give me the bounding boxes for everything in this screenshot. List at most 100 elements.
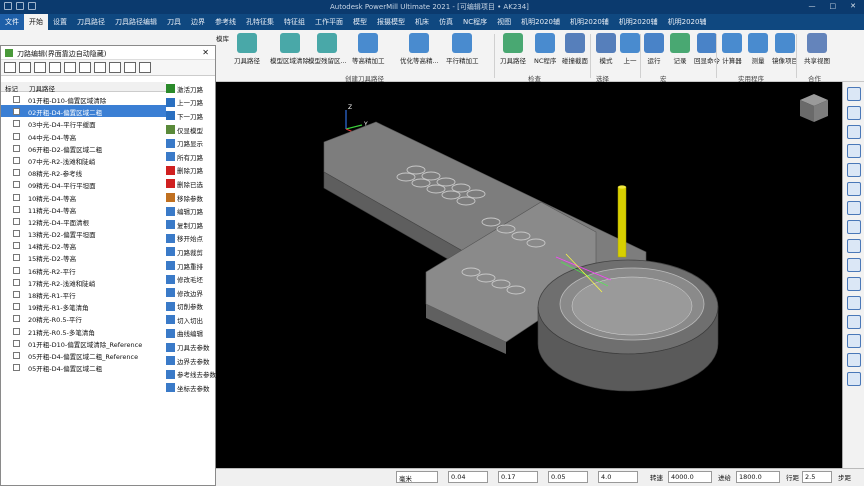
action-button[interactable]: 坐标去参数 xyxy=(166,381,216,395)
ribbon-tab[interactable]: NC程序 xyxy=(458,14,492,30)
graphics-viewport[interactable]: Z Y X xyxy=(216,82,838,468)
checkbox-icon[interactable] xyxy=(19,62,31,73)
action-button[interactable]: 曲线编辑 xyxy=(166,327,216,341)
toolpath-row[interactable]: 19精光-R1-多笔清角 xyxy=(1,300,166,312)
ribbon-button[interactable]: 刀具路径 xyxy=(234,33,260,65)
ribbon-button[interactable]: 运行 xyxy=(644,33,664,65)
ribbon-tab[interactable]: 机床 xyxy=(410,14,434,30)
row-checkbox[interactable] xyxy=(13,156,20,164)
view-top-icon[interactable] xyxy=(846,106,861,120)
toolpath-row[interactable]: 04中光-D4-等高 xyxy=(1,130,166,142)
ribbon-button[interactable]: 镜像项目 xyxy=(772,33,798,65)
shaded-icon[interactable] xyxy=(846,220,861,234)
toolpath-row[interactable]: 01开粗-D10-偏置区域清除_Reference xyxy=(1,337,166,349)
ribbon-tab[interactable]: 机明2020辅 xyxy=(565,14,614,30)
ribbon-tab[interactable]: 视图 xyxy=(492,14,516,30)
pane-close-button[interactable]: ✕ xyxy=(202,48,209,57)
action-button[interactable]: 刀路裁剪 xyxy=(166,245,216,259)
row-checkbox[interactable] xyxy=(13,181,20,189)
toolpath-row[interactable]: 07中光-R2-浅滩和陡峭 xyxy=(1,154,166,166)
value4-field[interactable]: 4.0 xyxy=(598,471,638,483)
toolpath-row[interactable]: 14精光-D2-等高 xyxy=(1,239,166,251)
pan-icon[interactable] xyxy=(846,201,861,215)
row-checkbox[interactable] xyxy=(13,291,20,298)
action-button[interactable]: 复制刀路 xyxy=(166,218,216,232)
ribbon-tab[interactable]: 报摄模型 xyxy=(372,14,410,30)
toolpath-row[interactable]: 09精光-D4-平行平坦面 xyxy=(1,178,166,190)
toolpath-row[interactable]: 01开粗-D10-偏置区域清除 xyxy=(1,93,166,105)
ribbon-button[interactable]: 测量 xyxy=(748,33,768,65)
check-selected-icon[interactable] xyxy=(34,62,46,73)
unit-field[interactable]: 毫米 xyxy=(396,471,438,483)
action-button[interactable]: 移开始点 xyxy=(166,232,216,246)
toolpath-row[interactable]: 05开粗-D4-偏置区域二粗_Reference xyxy=(1,349,166,361)
toolpath-row[interactable]: 11精光-D4-等高 xyxy=(1,203,166,215)
row-checkbox[interactable] xyxy=(13,351,20,359)
view-left-icon[interactable] xyxy=(846,315,861,329)
action-button[interactable]: 所有刀路 xyxy=(166,150,216,164)
toolpath-row[interactable]: 16精光-R2-平行 xyxy=(1,264,166,276)
ribbon-tab[interactable]: 机明2020辅 xyxy=(516,14,565,30)
ribbon-tab[interactable]: 机明2020辅 xyxy=(614,14,663,30)
ribbon-button[interactable]: 记录 xyxy=(670,33,690,65)
ribbon-tab[interactable]: 特征组 xyxy=(279,14,310,30)
toolpath-row[interactable]: 12精光-D4-平面清根 xyxy=(1,215,166,227)
ribbon-button[interactable]: 模型区域清除 xyxy=(270,33,309,65)
stepover-field[interactable]: 2.5 xyxy=(802,471,832,483)
toolpath-row[interactable]: 17精光-R2-浅滩和陡峭 xyxy=(1,276,166,288)
ribbon-tab[interactable]: 孔特征集 xyxy=(241,14,279,30)
action-button[interactable]: 切入切出 xyxy=(166,313,216,327)
row-checkbox[interactable] xyxy=(13,339,20,347)
row-checkbox[interactable] xyxy=(13,303,20,311)
toolpath-row[interactable]: 05开粗-D4-偏置区域二粗 xyxy=(1,361,166,373)
action-button[interactable]: 删除刀路 xyxy=(166,164,216,178)
view-front-icon[interactable] xyxy=(846,258,861,272)
action-button[interactable]: 边界去参数 xyxy=(166,354,216,368)
last-icon[interactable] xyxy=(139,62,151,73)
ribbon-tab[interactable]: 刀具 xyxy=(162,14,186,30)
ribbon-tab[interactable]: 机明2020辅 xyxy=(663,14,712,30)
action-button[interactable]: 刀路显示 xyxy=(166,136,216,150)
row-checkbox[interactable] xyxy=(13,96,20,103)
row-checkbox[interactable] xyxy=(13,242,20,250)
feed-field[interactable]: 1800.0 xyxy=(736,471,780,483)
row-checkbox[interactable] xyxy=(13,120,20,128)
row-checkbox[interactable] xyxy=(13,254,20,262)
row-checkbox[interactable] xyxy=(13,108,20,116)
action-button[interactable]: 移除参数 xyxy=(166,191,216,205)
ribbon-button[interactable]: 优化等高精... xyxy=(400,33,439,65)
row-checkbox[interactable] xyxy=(13,315,20,323)
view-bottom-icon[interactable] xyxy=(846,353,861,367)
undo-icon[interactable] xyxy=(28,2,36,10)
view-side-icon[interactable] xyxy=(846,277,861,291)
action-button[interactable]: 激活刀路 xyxy=(166,82,216,96)
toolpath-row[interactable]: 20精光-R0.5-平行 xyxy=(1,312,166,324)
view-right-icon[interactable] xyxy=(846,334,861,348)
toolpath-row[interactable]: 21精光-R0.5-多笔清角 xyxy=(1,325,166,337)
toolpath-row[interactable]: 02开粗-D4-偏置区域二粗 xyxy=(1,105,166,118)
action-button[interactable]: 参考线去参数 xyxy=(166,367,216,381)
stock-field[interactable]: 0.17 xyxy=(498,471,538,483)
row-checkbox[interactable] xyxy=(13,132,20,140)
row-checkbox[interactable] xyxy=(13,169,20,177)
filter-icon[interactable] xyxy=(64,62,76,73)
zoom-fit-icon[interactable] xyxy=(846,163,861,177)
toolpath-row[interactable]: 08精光-R2-参考线 xyxy=(1,166,166,178)
ribbon-button[interactable]: 等高精加工 xyxy=(352,33,385,65)
ribbon-tab[interactable]: 设置 xyxy=(48,14,72,30)
ribbon-button[interactable]: 上一 xyxy=(620,33,640,65)
row-checkbox[interactable] xyxy=(13,193,20,201)
ribbon-tab[interactable]: 工作平面 xyxy=(310,14,348,30)
ribbon-tab[interactable]: 刀具路径编辑 xyxy=(110,14,162,30)
action-button[interactable]: 编辑刀路 xyxy=(166,204,216,218)
zoom-out-icon[interactable] xyxy=(846,144,861,158)
ribbon-tab[interactable]: 开始 xyxy=(24,14,48,30)
ribbon-button[interactable]: 平行精加工 xyxy=(446,33,479,65)
ribbon-button[interactable]: 模型残留区... xyxy=(308,33,347,65)
close-button[interactable]: ✕ xyxy=(850,2,856,10)
action-button[interactable]: 刀具去参数 xyxy=(166,340,216,354)
view-cube[interactable] xyxy=(800,94,828,122)
ribbon-button[interactable]: 共享视图 xyxy=(804,33,830,65)
ribbon-tab[interactable]: 模型 xyxy=(348,14,372,30)
action-button[interactable]: 删除已选 xyxy=(166,177,216,191)
